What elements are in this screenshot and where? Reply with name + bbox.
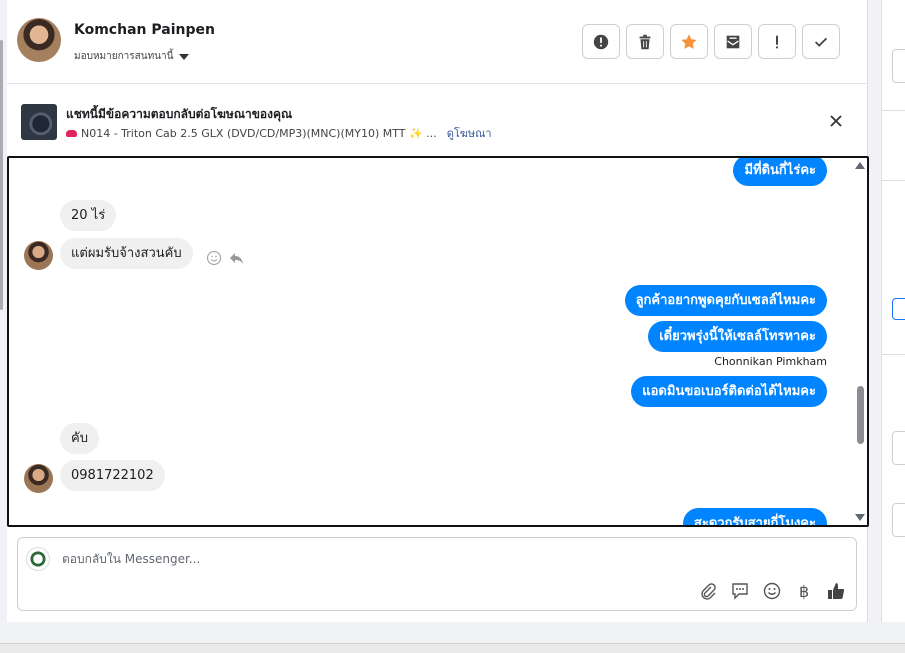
assign-label: มอบหมายการสนทนานี้	[74, 51, 174, 62]
reply-input[interactable]	[62, 552, 622, 566]
star-icon	[681, 33, 697, 49]
panel-input-box[interactable]	[892, 503, 905, 537]
assign-conversation-dropdown[interactable]: มอบหมายการสนทนานี้	[74, 49, 190, 64]
ad-banner-subtitle: N014 - Triton Cab 2.5 GLX (DVD/CD/MP3)(M…	[81, 126, 437, 140]
alert-circle-icon	[593, 34, 609, 49]
mark-spam-button[interactable]	[582, 24, 620, 59]
trash-icon	[639, 34, 651, 49]
divider	[882, 354, 905, 355]
panel-input-box[interactable]	[892, 49, 905, 83]
close-icon[interactable]	[828, 113, 844, 129]
scrollbar-thumb[interactable]	[857, 386, 864, 444]
paperclip-icon[interactable]	[698, 581, 718, 601]
left-scrollbar[interactable]	[0, 40, 3, 310]
bottom-bar	[0, 622, 905, 653]
mark-done-button[interactable]	[802, 24, 840, 59]
contact-name[interactable]: Komchan Painpen	[74, 22, 215, 38]
divider	[882, 110, 905, 111]
avatar[interactable]	[17, 18, 61, 62]
check-icon	[814, 37, 828, 47]
conversation-actions	[582, 24, 840, 59]
message-thread[interactable]: มีที่ดินกี่ไร่คะ 20 ไร่ แต่ผมรับจ้างสวนค…	[7, 156, 869, 527]
star-button[interactable]	[670, 24, 708, 59]
ad-banner-title: แชทนี้มีข้อความตอบกลับต่อโฆษณาของคุณ	[66, 107, 293, 121]
scroll-down-arrow[interactable]	[855, 514, 865, 521]
page-logo	[26, 547, 50, 571]
message-outgoing: สะดวกรับสายกี่โมงคะ	[682, 508, 827, 525]
sender-name: Chonnikan Pimkham	[714, 355, 827, 368]
scroll-up-arrow[interactable]	[855, 162, 865, 169]
mark-unread-icon	[726, 35, 740, 48]
message-incoming: แต่ผมรับจ้างสวนคับ	[60, 238, 193, 269]
message-outgoing: ลูกค้าอยากพูดคุยกับเซลล์ไหมคะ	[624, 285, 827, 316]
panel-checkbox[interactable]	[892, 298, 905, 320]
quick-reply-icon[interactable]	[730, 581, 750, 601]
emoji-react-icon[interactable]	[206, 250, 222, 266]
conversation-header: Komchan Painpen มอบหมายการสนทนานี้	[7, 0, 868, 84]
delete-button[interactable]	[626, 24, 664, 59]
message-outgoing: เดี๋ยวพรุ่งนี้ให้เซลล์โทรหาคะ	[648, 321, 827, 352]
message-composer: ฿	[17, 537, 857, 611]
message-incoming: 20 ไร่	[60, 200, 117, 231]
composer-toolbar: ฿	[698, 581, 846, 601]
right-info-panel	[881, 0, 905, 622]
conversation-panel: Komchan Painpen มอบหมายการสนทนานี้ แชทนี…	[7, 0, 869, 622]
ad-banner-subtitle-row: N014 - Triton Cab 2.5 GLX (DVD/CD/MP3)(M…	[66, 124, 492, 142]
exclamation-icon	[776, 35, 778, 48]
caret-down-icon	[179, 53, 190, 60]
ad-reply-banner: แชทนี้มีข้อความตอบกลับต่อโฆษณาของคุณ N01…	[7, 85, 868, 155]
ad-thumbnail[interactable]	[21, 104, 57, 140]
message-incoming: คับ	[60, 423, 99, 454]
window-bottom-edge	[0, 643, 905, 653]
baht-icon[interactable]: ฿	[794, 581, 814, 601]
avatar[interactable]	[24, 464, 53, 493]
view-ad-link[interactable]: ดูโฆษณา	[447, 124, 492, 142]
reply-icon[interactable]	[228, 250, 244, 266]
svg-text:฿: ฿	[799, 582, 809, 601]
panel-input-box[interactable]	[892, 431, 905, 465]
message-outgoing: มีที่ดินกี่ไร่คะ	[733, 158, 827, 186]
divider	[882, 180, 905, 181]
emoji-icon[interactable]	[762, 581, 782, 601]
avatar[interactable]	[24, 241, 53, 270]
message-outgoing: แอดมินขอเบอร์ติดต่อได้ไหมคะ	[631, 376, 827, 407]
message-tools	[206, 250, 244, 266]
car-icon	[66, 129, 77, 137]
follow-up-button[interactable]	[758, 24, 796, 59]
thumbs-up-icon[interactable]	[826, 581, 846, 601]
message-incoming: 0981722102	[60, 460, 165, 491]
mark-unread-button[interactable]	[714, 24, 752, 59]
